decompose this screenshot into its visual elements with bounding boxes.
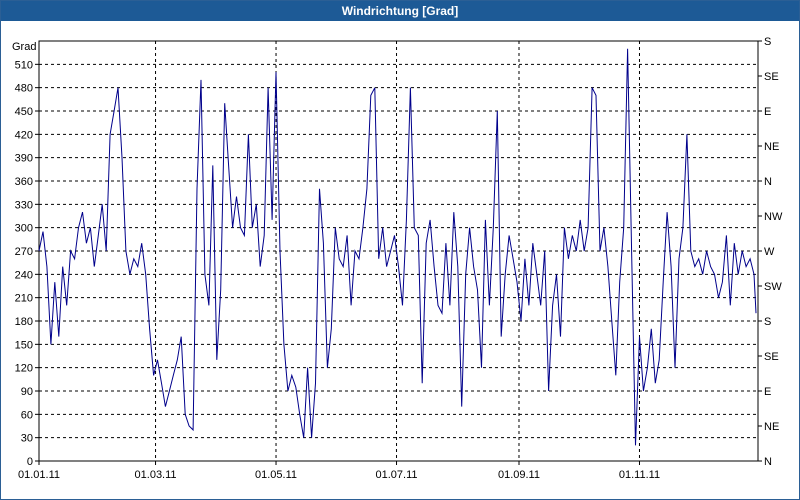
y-tick-label: 120 [15, 363, 33, 375]
right-tick-label: SW [764, 281, 782, 293]
y-tick-label: 330 [15, 199, 33, 211]
x-tick-label: 01.03.11 [135, 469, 177, 481]
right-tick-label: N [764, 176, 772, 188]
right-tick-label: NE [764, 421, 779, 433]
y-tick-label: 90 [21, 386, 33, 398]
right-tick-label: NE [764, 141, 779, 153]
grid-lines [39, 41, 758, 461]
y-tick-label: 450 [15, 106, 33, 118]
y-tick-label: 150 [15, 339, 33, 351]
right-tick-label: S [764, 36, 771, 48]
right-tick-label: W [764, 246, 775, 258]
plot-frame [38, 40, 759, 462]
x-tick-label: 01.09.11 [498, 469, 540, 481]
right-tick-label: SE [764, 351, 779, 363]
y-tick-label: 510 [15, 59, 33, 71]
right-tick-label: S [764, 316, 771, 328]
y-tick-label: 60 [21, 409, 33, 421]
right-axis-ticks: N NE E SE S SW W NW N NE E SE S [758, 36, 783, 468]
y-tick-label: 270 [15, 246, 33, 258]
y-tick-label: 240 [15, 269, 33, 281]
y-tick-label: 390 [15, 153, 33, 165]
x-tick-label: 01.05.11 [255, 469, 297, 481]
x-axis-ticks: 01.01.11 01.03.11 01.05.11 01.07.11 01.09.11… [18, 461, 660, 481]
y-tick-label: 360 [15, 176, 33, 188]
right-tick-label: E [764, 106, 771, 118]
right-tick-label: E [764, 386, 771, 398]
y-tick-label: 420 [15, 129, 33, 141]
x-tick-label: 01.07.11 [376, 469, 418, 481]
y-tick-label: 30 [21, 433, 33, 445]
series-line-windrichtung [38, 48, 757, 446]
right-tick-label: SE [764, 71, 779, 83]
x-tick-label: 01.01.11 [18, 469, 60, 481]
x-tick-label: 01.11.11 [619, 469, 660, 481]
y-tick-label: 480 [15, 83, 33, 95]
y-tick-label: 0 [27, 456, 33, 468]
right-tick-label: N [764, 456, 772, 468]
y-axis-label: Grad [12, 41, 36, 53]
y-tick-label: 180 [15, 316, 33, 328]
right-tick-label: NW [764, 211, 783, 223]
y-axis-ticks: 0 30 60 90 120 150 180 210 240 270 300 330 360 390 420… [15, 59, 39, 468]
y-tick-label: 210 [15, 293, 33, 305]
y-tick-label: 300 [15, 223, 33, 235]
chart-svg: 0 30 60 90 120 150 180 210 240 270 300 330 360 390 420… [12, 36, 783, 481]
